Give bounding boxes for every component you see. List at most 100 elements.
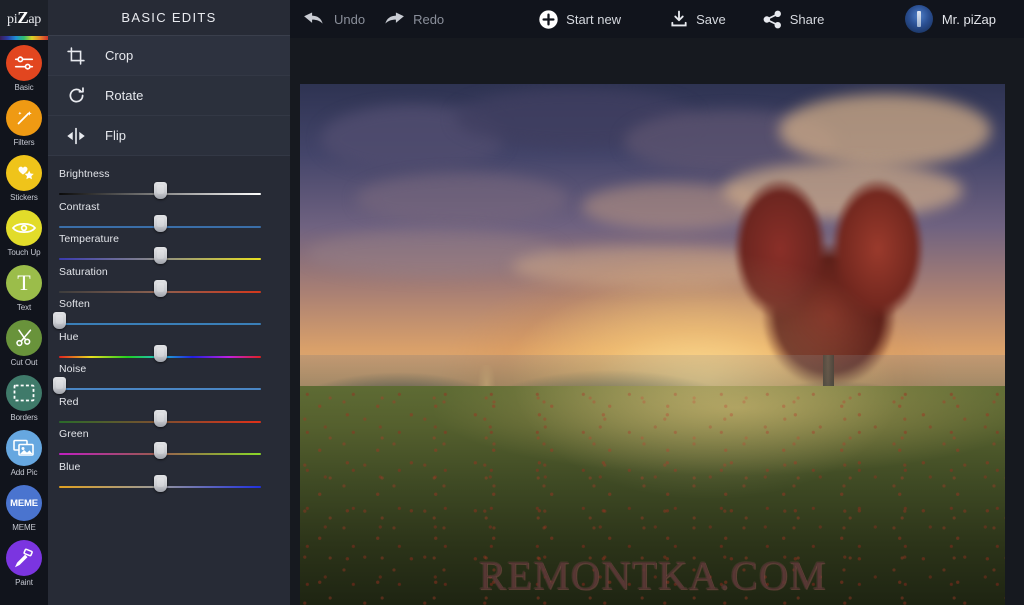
user-avatar[interactable] xyxy=(904,5,933,33)
slider-track[interactable] xyxy=(59,474,261,492)
rail-items: Basic Filters Stickers Touch Up T Text C… xyxy=(0,42,48,592)
scissors-icon xyxy=(6,320,42,356)
rail-item-label: Touch Up xyxy=(7,248,41,257)
rail-item-borders[interactable]: Borders xyxy=(0,372,48,427)
rail-item-text[interactable]: T Text xyxy=(0,262,48,317)
sliders-icon xyxy=(6,45,42,81)
share-nodes-icon xyxy=(762,9,783,30)
account-menu[interactable]: Mr. piZap xyxy=(904,0,1012,38)
slider-soften[interactable]: Soften xyxy=(48,298,290,329)
basic-edits-panel: BASIC EDITS Crop Rotate Flip Brightness … xyxy=(48,0,290,605)
slider-label: Green xyxy=(59,428,89,440)
slider-track[interactable] xyxy=(59,182,261,199)
rail-item-basic[interactable]: Basic xyxy=(0,42,48,97)
rainbow-accent-bar xyxy=(0,36,48,40)
slider-knob[interactable] xyxy=(153,214,167,232)
wand-icon xyxy=(6,100,42,136)
edit-action-flip[interactable]: Flip xyxy=(48,116,290,156)
slider-red[interactable]: Red xyxy=(48,396,290,427)
rail-item-add-pic[interactable]: Add Pic xyxy=(0,427,48,482)
save-button[interactable]: Save xyxy=(669,0,726,38)
rail-item-stickers[interactable]: Stickers xyxy=(0,152,48,207)
slider-label: Noise xyxy=(59,363,87,375)
edit-action-label: Rotate xyxy=(105,88,144,103)
edit-action-rotate[interactable]: Rotate xyxy=(48,76,290,116)
slider-contrast[interactable]: Contrast xyxy=(48,201,290,232)
rail-item-paint[interactable]: Paint xyxy=(0,537,48,592)
rail-item-label: Cut Out xyxy=(10,358,38,367)
rail-item-label: Filters xyxy=(13,138,35,147)
plus-circle-icon xyxy=(538,9,559,30)
logo-pre: pi xyxy=(7,12,18,27)
pizap-editor-window: piZap Basic Filters Stickers Touch Up T … xyxy=(0,0,1024,605)
share-label: Share xyxy=(789,11,825,27)
star-heart-icon xyxy=(6,155,42,191)
slider-track[interactable] xyxy=(52,312,261,329)
slider-green[interactable]: Green xyxy=(48,428,290,459)
redo-label: Redo xyxy=(413,11,445,27)
canvas-stage[interactable]: REMONTKA.COM xyxy=(290,38,1024,605)
rail-item-filters[interactable]: Filters xyxy=(0,97,48,152)
slider-track[interactable] xyxy=(59,214,261,232)
slider-track[interactable] xyxy=(59,409,261,427)
slider-blue[interactable]: Blue xyxy=(48,461,290,492)
slider-saturation[interactable]: Saturation xyxy=(48,266,290,297)
crop-icon xyxy=(63,43,89,69)
logo-post: ap xyxy=(28,12,41,27)
edited-photo[interactable]: REMONTKA.COM xyxy=(300,84,1005,605)
slider-knob[interactable] xyxy=(153,247,167,264)
slider-knob[interactable] xyxy=(153,279,167,297)
rail-item-cut-out[interactable]: Cut Out xyxy=(0,317,48,372)
edit-action-label: Flip xyxy=(105,128,126,143)
panel-header: BASIC EDITS xyxy=(48,0,290,36)
photo-flower-field xyxy=(300,386,1005,605)
rail-item-touch-up[interactable]: Touch Up xyxy=(0,207,48,262)
start-new-label: Start new xyxy=(566,11,622,27)
slider-temperature[interactable]: Temperature xyxy=(48,233,290,264)
slider-noise[interactable]: Noise xyxy=(48,363,290,394)
rail-item-label: Add Pic xyxy=(10,468,38,477)
slider-track[interactable] xyxy=(52,377,261,394)
slider-knob[interactable] xyxy=(153,409,167,427)
text-t-icon: T xyxy=(6,265,42,301)
slider-track[interactable] xyxy=(59,442,261,459)
slider-brightness[interactable]: Brightness xyxy=(48,168,290,199)
slider-knob[interactable] xyxy=(153,474,167,492)
slider-knob[interactable] xyxy=(153,182,167,199)
flip-icon xyxy=(63,123,89,149)
edit-action-label: Crop xyxy=(105,48,134,63)
slider-track[interactable] xyxy=(59,279,261,297)
username-label: Mr. piZap xyxy=(941,11,996,27)
slider-label: Hue xyxy=(59,330,79,343)
slider-track[interactable] xyxy=(59,344,261,362)
slider-track[interactable] xyxy=(59,247,261,264)
rail-item-label: Paint xyxy=(15,578,33,587)
share-button[interactable]: Share xyxy=(762,0,825,38)
slider-knob[interactable] xyxy=(153,442,167,459)
download-icon xyxy=(669,9,689,29)
slider-knob[interactable] xyxy=(52,377,66,394)
pizap-logo[interactable]: piZap xyxy=(0,0,48,36)
rail-item-meme[interactable]: MEME MEME xyxy=(0,482,48,537)
rail-item-label: Borders xyxy=(10,413,38,422)
eye-icon xyxy=(6,210,42,246)
save-label: Save xyxy=(696,11,726,27)
rotate-icon xyxy=(63,83,89,109)
start-new-button[interactable]: Start new xyxy=(538,0,621,38)
edit-action-crop[interactable]: Crop xyxy=(48,36,290,76)
slider-hue[interactable]: Hue xyxy=(48,330,290,362)
adjustment-sliders: Brightness Contrast Temperature Saturation S… xyxy=(48,156,290,492)
cloud xyxy=(779,94,991,168)
slider-label: Brightness xyxy=(59,168,110,180)
undo-arrow-icon xyxy=(302,9,327,29)
undo-button[interactable]: Undo xyxy=(302,0,365,38)
slider-knob[interactable] xyxy=(52,312,66,329)
cloud xyxy=(356,172,568,225)
meme-icon: MEME xyxy=(6,485,42,521)
slider-knob[interactable] xyxy=(153,344,167,362)
rail-item-label: Stickers xyxy=(10,193,38,202)
panel-title: BASIC EDITS xyxy=(121,10,217,25)
redo-button[interactable]: Redo xyxy=(381,0,444,38)
rail-item-label: Basic xyxy=(14,83,34,92)
letter-t: T xyxy=(17,270,31,295)
